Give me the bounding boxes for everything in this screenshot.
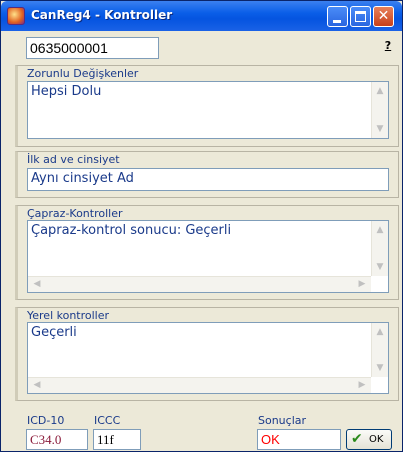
checkmark-icon: ✔ xyxy=(351,431,363,447)
window-title: CanReg4 - Kontroller xyxy=(31,8,173,22)
scroll-right-icon[interactable]: ▶ xyxy=(354,277,370,292)
scroll-left-icon[interactable]: ◀ xyxy=(29,378,45,393)
canreg-app-icon xyxy=(7,7,25,25)
icd10-label: ICD-10 xyxy=(27,414,65,427)
record-id-field[interactable]: 0635000001 xyxy=(26,37,159,59)
scroll-down-icon[interactable]: ▼ xyxy=(373,360,387,376)
scroll-up-icon[interactable]: ▲ xyxy=(373,83,387,99)
scroll-up-icon[interactable]: ▲ xyxy=(373,324,387,340)
minimize-icon xyxy=(333,20,341,23)
mandatory-variables-panel: Zorunlu Değişkenler Hepsi Dolu ▲ ▼ xyxy=(15,65,399,147)
first-name-sex-field[interactable]: Aynı cinsiyet Ad xyxy=(27,168,389,191)
cross-checks-label: Çapraz-Kontroller xyxy=(27,207,123,220)
iccc-field[interactable]: 11f xyxy=(93,429,141,450)
vertical-scrollbar[interactable]: ▲ ▼ xyxy=(371,82,388,138)
cross-checks-panel: Çapraz-Kontroller Çapraz-kontrol sonucu:… xyxy=(15,205,399,300)
scroll-up-icon[interactable]: ▲ xyxy=(373,222,387,238)
iccc-label: ICCC xyxy=(94,414,121,427)
local-checks-text: Geçerli xyxy=(31,325,77,340)
ok-button[interactable]: ✔ OK xyxy=(346,429,392,450)
maximize-icon xyxy=(355,11,366,22)
icd10-field[interactable]: C34.0 xyxy=(26,429,88,450)
mandatory-variables-textarea[interactable]: Hepsi Dolu ▲ ▼ xyxy=(27,81,389,139)
scroll-down-icon[interactable]: ▼ xyxy=(373,121,387,137)
cross-checks-text: Çapraz-kontrol sonucu: Geçerli xyxy=(31,223,232,238)
close-button[interactable]: ✕ xyxy=(373,6,394,27)
first-name-sex-panel: İlk ad ve cinsiyet Aynı cinsiyet Ad xyxy=(15,151,399,198)
title-bar[interactable]: CanReg4 - Kontroller ✕ xyxy=(1,1,402,31)
horizontal-scrollbar[interactable]: ◀ ▶ xyxy=(28,276,371,292)
ok-button-label: OK xyxy=(369,434,384,445)
local-checks-label: Yerel kontroller xyxy=(27,309,110,322)
local-checks-textarea[interactable]: Geçerli ▲ ▼ ◀ ▶ xyxy=(27,322,389,394)
vertical-scrollbar[interactable]: ▲ ▼ xyxy=(371,323,388,377)
scroll-down-icon[interactable]: ▼ xyxy=(373,259,387,275)
first-name-sex-label: İlk ad ve cinsiyet xyxy=(27,153,120,166)
horizontal-scrollbar[interactable]: ◀ ▶ xyxy=(28,377,371,393)
results-label: Sonuçlar xyxy=(258,414,307,427)
vertical-scrollbar[interactable]: ▲ ▼ xyxy=(371,221,388,276)
results-field: OK xyxy=(257,429,341,450)
minimize-button[interactable] xyxy=(327,6,348,27)
help-icon[interactable]: ? xyxy=(381,39,395,55)
local-checks-panel: Yerel kontroller Geçerli ▲ ▼ ◀ ▶ xyxy=(15,307,399,401)
close-icon: ✕ xyxy=(377,8,390,24)
first-name-sex-text: Aynı cinsiyet Ad xyxy=(31,171,134,186)
maximize-button[interactable] xyxy=(350,6,371,27)
kontroller-window: CanReg4 - Kontroller ✕ 0635000001 ? Zoru… xyxy=(0,0,403,452)
mandatory-variables-text: Hepsi Dolu xyxy=(31,84,102,99)
scroll-left-icon[interactable]: ◀ xyxy=(29,277,45,292)
cross-checks-textarea[interactable]: Çapraz-kontrol sonucu: Geçerli ▲ ▼ ◀ ▶ xyxy=(27,220,389,293)
mandatory-variables-label: Zorunlu Değişkenler xyxy=(27,67,139,80)
scroll-right-icon[interactable]: ▶ xyxy=(354,378,370,393)
